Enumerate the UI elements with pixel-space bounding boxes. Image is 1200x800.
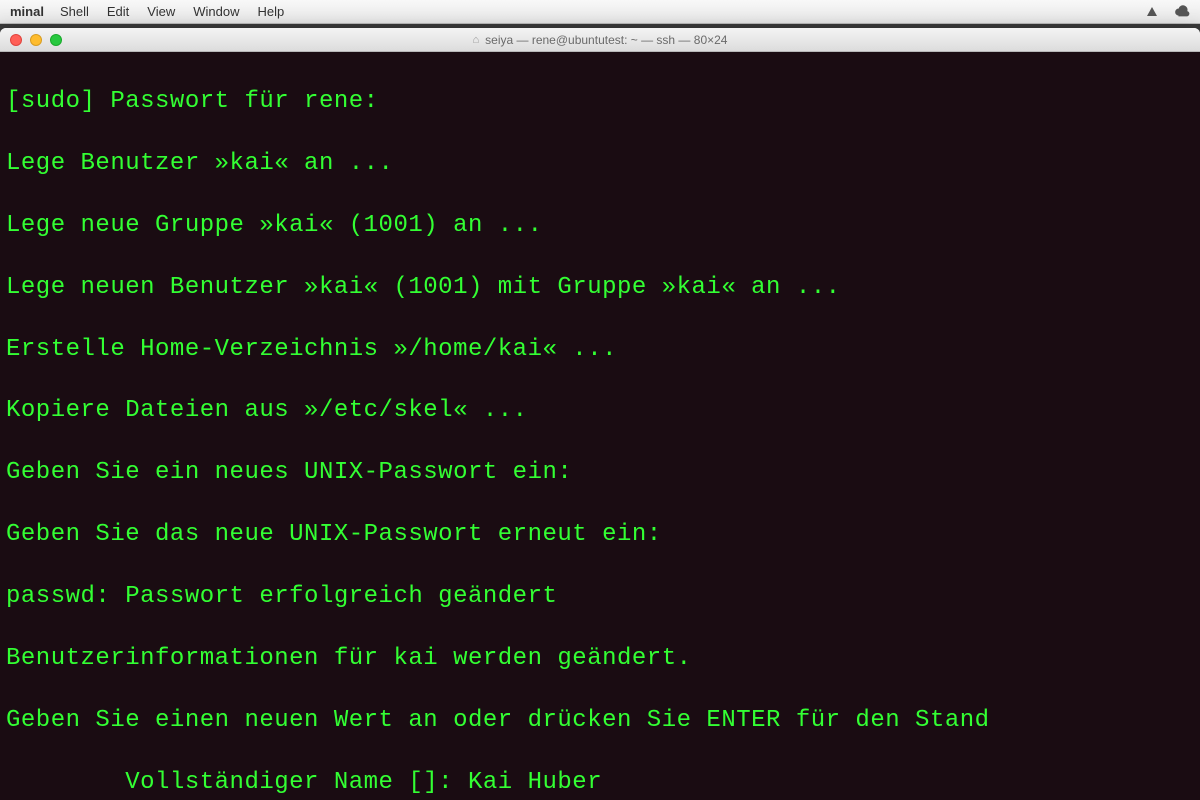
menu-view[interactable]: View	[147, 4, 175, 19]
minimize-button[interactable]	[30, 34, 42, 46]
terminal-line: passwd: Passwort erfolgreich geändert	[6, 582, 1194, 613]
terminal-window: ⌂ seiya — rene@ubuntutest: ~ — ssh — 80×…	[0, 28, 1200, 800]
menu-edit[interactable]: Edit	[107, 4, 129, 19]
zoom-button[interactable]	[50, 34, 62, 46]
cloud-icon[interactable]	[1174, 4, 1190, 20]
traffic-lights	[0, 34, 62, 46]
app-name: minal	[10, 4, 44, 19]
terminal-line: Geben Sie das neue UNIX-Passwort erneut …	[6, 520, 1194, 551]
terminal-line: Lege neue Gruppe »kai« (1001) an ...	[6, 211, 1194, 242]
terminal-line: Benutzerinformationen für kai werden geä…	[6, 644, 1194, 675]
menu-shell[interactable]: Shell	[60, 4, 89, 19]
menu-window[interactable]: Window	[193, 4, 239, 19]
terminal-line: Erstelle Home-Verzeichnis »/home/kai« ..…	[6, 335, 1194, 366]
window-title: ⌂ seiya — rene@ubuntutest: ~ — ssh — 80×…	[0, 33, 1200, 47]
terminal-line: [sudo] Passwort für rene:	[6, 87, 1194, 118]
terminal-line: Geben Sie einen neuen Wert an oder drück…	[6, 706, 1194, 737]
triangle-icon[interactable]	[1144, 4, 1160, 20]
terminal-line: Vollständiger Name []: Kai Huber	[6, 768, 1194, 799]
terminal-line: Geben Sie ein neues UNIX-Passwort ein:	[6, 458, 1194, 489]
terminal-content[interactable]: [sudo] Passwort für rene: Lege Benutzer …	[0, 52, 1200, 800]
terminal-line: Lege neuen Benutzer »kai« (1001) mit Gru…	[6, 273, 1194, 304]
macos-menubar: minal Shell Edit View Window Help	[0, 0, 1200, 24]
window-title-text: seiya — rene@ubuntutest: ~ — ssh — 80×24	[485, 33, 727, 47]
menu-help[interactable]: Help	[258, 4, 285, 19]
terminal-line: Kopiere Dateien aus »/etc/skel« ...	[6, 396, 1194, 427]
window-titlebar[interactable]: ⌂ seiya — rene@ubuntutest: ~ — ssh — 80×…	[0, 28, 1200, 52]
close-button[interactable]	[10, 34, 22, 46]
terminal-line: Lege Benutzer »kai« an ...	[6, 149, 1194, 180]
home-icon: ⌂	[473, 34, 480, 46]
